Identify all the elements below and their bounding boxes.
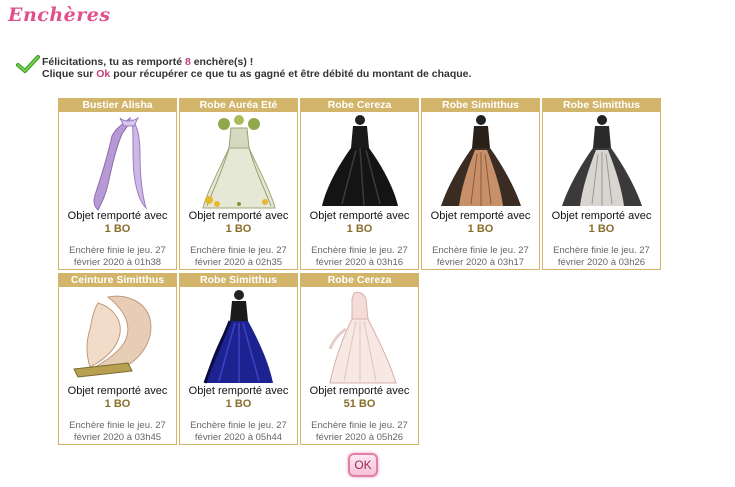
auction-card: Robe Simitthus Objet remporté avec 1 BO … [421,98,540,270]
won-label: Objet remporté avec [309,210,410,222]
won-price: 51 BO [343,398,376,410]
won-label: Objet remporté avec [551,210,652,222]
lace-gown-bronze-icon [441,115,521,206]
lace-gown-silver-icon [562,115,642,206]
won-price: 1 BO [104,398,131,410]
auction-end-date: Enchère finie le jeu. 27 février 2020 à 0… [69,245,166,268]
won-label: Objet remporté avec [67,210,168,222]
auction-end-date: Enchère finie le jeu. 27 février 2020 à 0… [432,245,529,268]
won-price: 1 BO [225,398,252,410]
item-name: Ceinture Simitthus [59,274,176,287]
floral-gown-icon [202,115,276,209]
auction-end-date: Enchère finie le jeu. 27 février 2020 à 0… [553,245,650,268]
auction-end-date: Enchère finie le jeu. 27 février 2020 à 0… [311,420,408,443]
won-price: 1 BO [225,223,252,235]
pink-gown-icon [328,291,397,384]
message-line-2: Clique sur Ok pour récupérer ce que tu a… [42,68,472,80]
won-price: 1 BO [588,223,615,235]
item-name: Robe Auréa Eté [180,99,297,112]
item-name: Robe Simitthus [543,99,660,112]
ok-button[interactable]: OK [348,453,378,477]
auction-end-date: Enchère finie le jeu. 27 février 2020 à 0… [190,420,287,443]
won-label: Objet remporté avec [430,210,531,222]
won-label: Objet remporté avec [309,385,410,397]
page-title: Enchères [8,4,111,26]
auction-card: Robe Cereza Objet remporté avec 1 BO Enc… [300,98,419,270]
auction-card: Robe Simitthus Objet remporté avec 1 BO … [179,273,298,445]
message-text: Félicitations, tu as remporté 8 enchère(… [42,56,471,80]
won-price: 1 BO [104,223,131,235]
auction-card: Robe Simitthus Objet remporté avec 1 BO … [542,98,661,270]
ok-mention: Ok [96,68,111,80]
won-label: Objet remporté avec [188,210,289,222]
checkmark-icon [16,55,40,73]
item-name: Robe Simitthus [422,99,539,112]
item-name: Robe Simitthus [180,274,297,287]
auction-card: Bustier Alisha Objet remporté avec 1 BO … [58,98,177,270]
item-name: Bustier Alisha [59,99,176,112]
won-label: Objet remporté avec [188,385,289,397]
blue-gown-icon [203,290,273,384]
lilac-scarf-icon [93,116,148,211]
auction-end-date: Enchère finie le jeu. 27 février 2020 à 0… [69,420,166,443]
auction-card: Robe Auréa Eté Objet remporté avec 1 BO … [179,98,298,270]
message-line-1: Félicitations, tu as remporté 8 enchère(… [42,56,254,68]
item-name: Robe Cereza [301,99,418,112]
black-gown-icon [322,115,398,207]
auction-card: Robe Cereza Objet remporté avec 51 BO En… [300,273,419,445]
silk-belt-icon [73,295,152,378]
auction-end-date: Enchère finie le jeu. 27 février 2020 à 0… [311,245,408,268]
auction-end-date: Enchère finie le jeu. 27 février 2020 à 0… [190,245,287,268]
won-label: Objet remporté avec [67,385,168,397]
item-name: Robe Cereza [301,274,418,287]
won-price: 1 BO [346,223,373,235]
won-price: 1 BO [467,223,494,235]
auction-card: Ceinture Simitthus Objet remporté avec 1… [58,273,177,445]
